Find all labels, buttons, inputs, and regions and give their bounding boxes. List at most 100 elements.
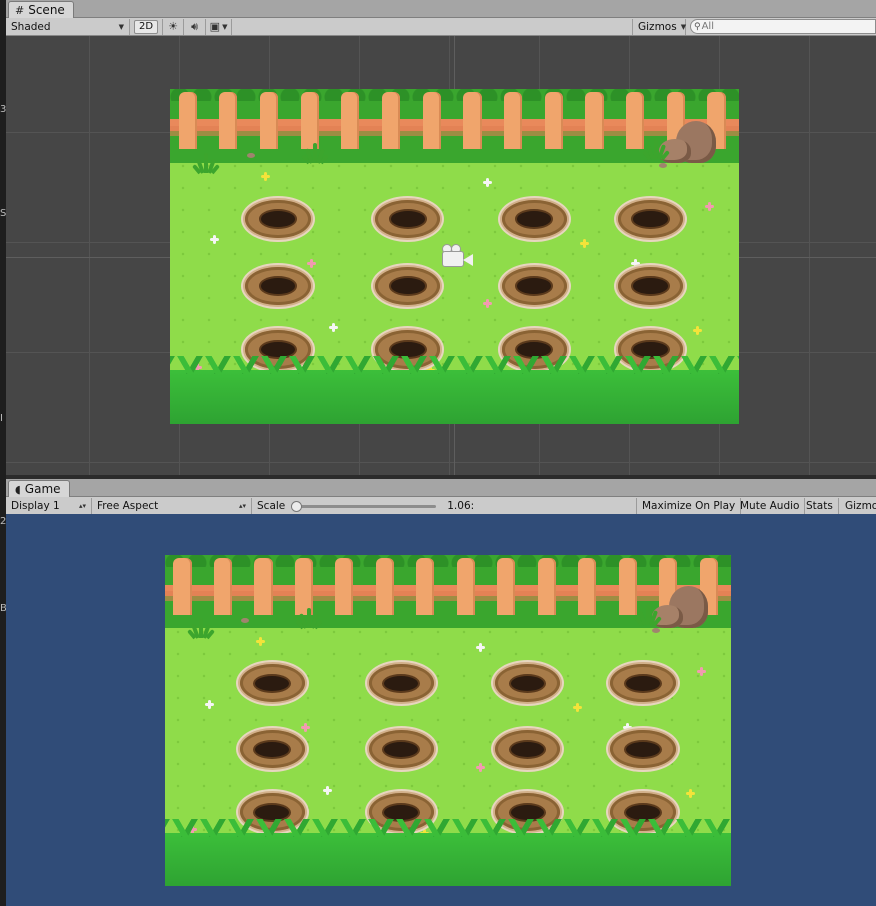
game-level-render: #flxmhta6dci2:before,#flxmhta6dci2:after… bbox=[165, 555, 731, 886]
flower-icon bbox=[329, 324, 339, 331]
flower-icon bbox=[261, 173, 271, 180]
mole-hole bbox=[245, 266, 311, 306]
fence-picket bbox=[335, 558, 354, 615]
flower-icon bbox=[482, 179, 492, 186]
fence-picket bbox=[504, 92, 523, 150]
pebble bbox=[659, 162, 668, 168]
fence-picket bbox=[173, 558, 192, 615]
aspect-dropdown[interactable]: Free Aspect ▴▾ bbox=[92, 497, 252, 514]
mole-hole bbox=[239, 664, 305, 703]
game-toolbar: Display 1 ▴▾ Free Aspect ▴▾ Scale 1.06: … bbox=[6, 497, 876, 515]
fence-picket bbox=[578, 558, 597, 615]
updown-arrow-icon: ▴▾ bbox=[78, 501, 86, 510]
fence-picket bbox=[219, 92, 238, 150]
pebble bbox=[246, 152, 255, 158]
scale-value: 1.06: bbox=[447, 499, 475, 512]
fence-picket bbox=[213, 558, 233, 615]
gizmos-label: Gizmos bbox=[638, 20, 677, 33]
scale-slider[interactable] bbox=[291, 498, 437, 514]
mole-hole bbox=[374, 266, 441, 306]
fence-picket bbox=[259, 92, 279, 150]
scene-search-input[interactable]: ⚲ All bbox=[690, 19, 876, 34]
mole-hole bbox=[617, 266, 684, 306]
pebble bbox=[651, 627, 660, 633]
fence-picket bbox=[456, 558, 475, 615]
mole-hole bbox=[501, 199, 568, 239]
fence-picket bbox=[416, 558, 435, 615]
flower-icon bbox=[693, 327, 703, 334]
fence-picket bbox=[618, 558, 637, 615]
scene-tab-bar: # Scene bbox=[6, 0, 876, 18]
flower-icon bbox=[255, 638, 265, 645]
fence-picket bbox=[300, 92, 319, 150]
tab-game[interactable]: ◖ Game bbox=[8, 480, 70, 497]
flower-icon bbox=[300, 724, 310, 731]
fence-picket bbox=[294, 558, 313, 615]
image-icon[interactable]: ▣ ▼ bbox=[206, 18, 233, 35]
flower-icon bbox=[697, 668, 707, 675]
fence-picket bbox=[537, 558, 556, 615]
search-placeholder: All bbox=[701, 21, 714, 32]
scale-slider-knob[interactable] bbox=[291, 500, 303, 512]
fence-picket bbox=[585, 92, 604, 150]
flower-icon bbox=[630, 260, 640, 267]
tab-scene-label: Scene bbox=[28, 3, 65, 17]
stats-button[interactable]: Stats bbox=[801, 497, 839, 514]
mute-audio-button[interactable]: Mute Audio bbox=[735, 497, 806, 514]
flower-icon bbox=[623, 724, 633, 731]
display-label: Display 1 bbox=[11, 499, 60, 512]
display-dropdown[interactable]: Display 1 ▴▾ bbox=[6, 497, 92, 514]
scale-slider-track bbox=[291, 504, 437, 508]
sun-icon[interactable]: ☀ bbox=[162, 18, 185, 35]
search-icon: ⚲ bbox=[694, 21, 701, 32]
maximize-on-play-button[interactable]: Maximize On Play bbox=[636, 497, 742, 514]
fence-picket bbox=[178, 92, 197, 150]
gizmos-dropdown[interactable]: Gizmos ▼ bbox=[632, 18, 687, 35]
flower-icon bbox=[306, 260, 316, 267]
draw-mode-dropdown[interactable]: Shaded ▼ bbox=[6, 18, 130, 35]
pacman-icon: ◖ bbox=[15, 482, 21, 496]
flower-icon bbox=[572, 704, 582, 711]
fence-picket bbox=[544, 92, 563, 150]
mole-hole bbox=[610, 664, 676, 703]
dropdown-arrow-icon: ▼ bbox=[118, 22, 124, 31]
mole-hole bbox=[245, 199, 311, 239]
scene-viewport[interactable]: #flg4hobru7taa:before,#flg4hobru7taa:aft… bbox=[6, 36, 876, 475]
mole-hole bbox=[610, 730, 676, 769]
game-viewport[interactable]: #flxmhta6dci2:before,#flxmhta6dci2:after… bbox=[6, 514, 876, 906]
dropdown-arrow-icon: ▼ bbox=[680, 22, 687, 31]
aspect-label: Free Aspect bbox=[97, 499, 159, 512]
flower-icon bbox=[704, 203, 714, 210]
flower-icon bbox=[476, 764, 486, 771]
foreground-grass bbox=[170, 356, 739, 424]
fence-rail bbox=[165, 591, 731, 602]
mole-hole bbox=[374, 199, 441, 239]
game-gizmos-button[interactable]: Gizmo bbox=[840, 498, 876, 514]
fence-picket bbox=[497, 558, 516, 615]
flower-icon bbox=[204, 701, 214, 708]
fence-picket bbox=[341, 92, 360, 150]
flower-icon bbox=[476, 644, 486, 651]
foreground-grass bbox=[165, 819, 731, 886]
camera-gizmo-icon[interactable] bbox=[436, 244, 474, 270]
flower-icon bbox=[579, 240, 589, 247]
tab-game-label: Game bbox=[24, 482, 61, 496]
fence-picket bbox=[375, 558, 394, 615]
fence-picket bbox=[254, 558, 273, 615]
fence-picket bbox=[381, 92, 401, 150]
fence-picket bbox=[463, 92, 482, 150]
mole-hole bbox=[617, 199, 684, 239]
tab-scene[interactable]: # Scene bbox=[8, 1, 74, 18]
updown-arrow-icon: ▴▾ bbox=[238, 501, 246, 510]
flower-icon bbox=[685, 790, 695, 797]
flower-icon bbox=[482, 300, 492, 307]
speaker-icon[interactable]: 🔊︎ bbox=[184, 18, 207, 35]
hash-icon: # bbox=[15, 3, 25, 17]
mole-hole bbox=[501, 266, 568, 306]
fence-picket bbox=[626, 92, 645, 150]
flower-icon bbox=[323, 787, 333, 794]
game-tab-bar: ◖ Game bbox=[6, 479, 876, 497]
scene-toolbar: Shaded ▼ 2D ☀ 🔊︎ ▣ ▼ Gizmos ▼ ⚲ All bbox=[6, 18, 876, 36]
scale-label: Scale bbox=[257, 499, 286, 512]
toggle-2d-button[interactable]: 2D bbox=[134, 19, 159, 34]
